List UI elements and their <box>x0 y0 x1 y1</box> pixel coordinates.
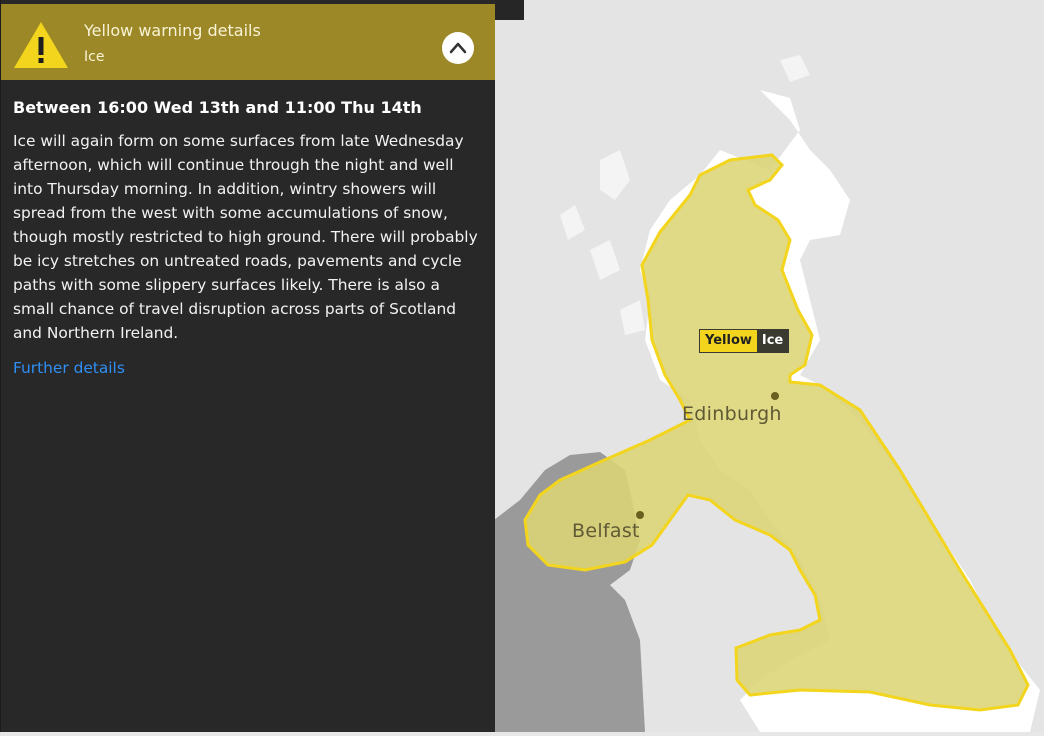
warning-triangle-icon <box>14 22 68 68</box>
belfast-dot <box>636 511 644 519</box>
city-label-edinburgh: Edinburgh <box>682 403 782 425</box>
city-label-belfast: Belfast <box>572 520 640 542</box>
further-details-link[interactable]: Further details <box>13 357 125 379</box>
warning-description: Ice will again form on some surfaces fro… <box>13 132 478 342</box>
warning-level-badge: Yellow <box>700 330 757 352</box>
collapse-button[interactable] <box>442 32 474 64</box>
map-warning-label[interactable]: Yellow Ice <box>699 329 790 353</box>
edinburgh-dot <box>771 392 779 400</box>
warning-title: Yellow warning details <box>84 21 261 40</box>
panel-header[interactable]: Yellow warning details Ice <box>1 4 495 80</box>
warning-type-badge: Ice <box>756 330 789 352</box>
warning-period: Between 16:00 Wed 13th and 11:00 Thu 14t… <box>13 98 422 117</box>
warning-details-panel: Yellow warning details Ice Between 16:00… <box>0 0 495 732</box>
warning-type: Ice <box>84 49 105 65</box>
chevron-up-icon <box>449 42 467 54</box>
